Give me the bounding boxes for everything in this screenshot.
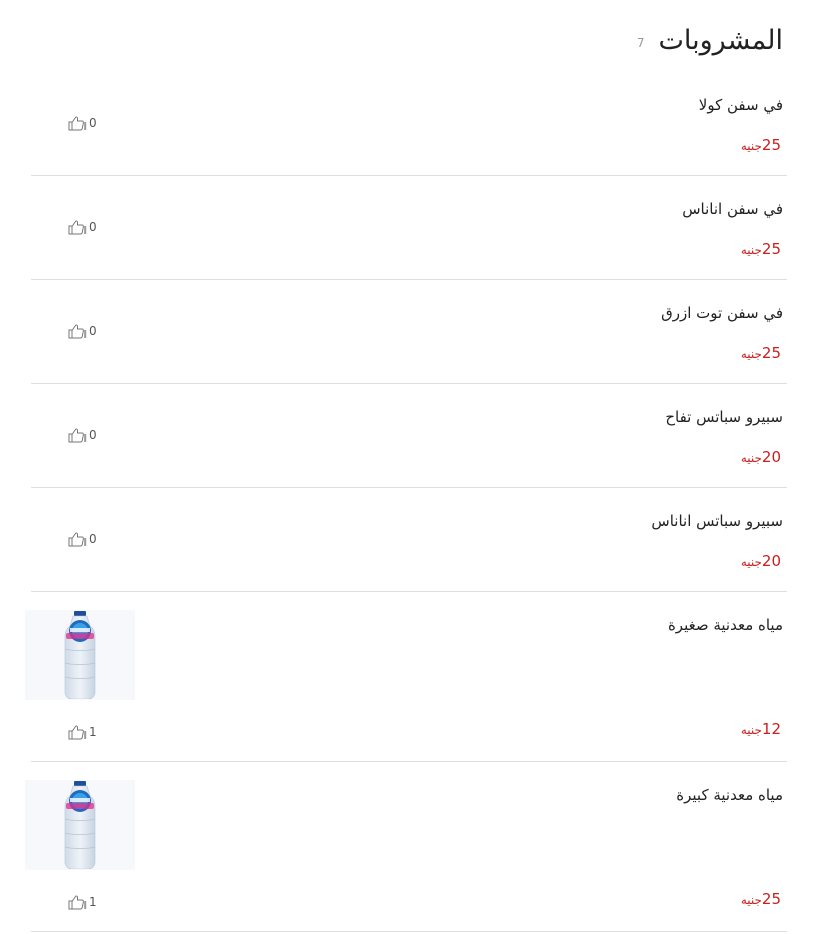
like-count: 1 [89, 725, 97, 739]
water-bottle-icon [64, 611, 96, 699]
menu-item-price: 20جنيه [741, 552, 781, 570]
item-count: 7 [636, 36, 645, 50]
menu-item-row[interactable]: في سفن كولا 25جنيه 0 [31, 72, 787, 176]
like-count: 0 [89, 428, 97, 442]
menu-item-row[interactable]: في سفن اناناس 25جنيه 0 [31, 176, 787, 280]
thumbs-up-icon [68, 725, 87, 740]
price-currency: جنيه [740, 347, 762, 361]
menu-category-page: المشروبات 7 في سفن كولا 25جنيه 0 في سفن انا… [0, 0, 815, 934]
menu-item-price: 20جنيه [741, 448, 781, 466]
thumbs-up-icon [68, 116, 87, 131]
menu-item-row[interactable]: سبيرو سباتس اناناس 20جنيه 0 [31, 488, 787, 592]
like-button[interactable]: 1 [67, 724, 97, 740]
water-bottle-icon [64, 781, 96, 869]
menu-item-image[interactable] [25, 610, 135, 700]
menu-item-image[interactable] [25, 780, 135, 870]
menu-item-name[interactable]: في سفن كولا [699, 96, 783, 114]
price-value: 20 [761, 448, 781, 466]
category-header: المشروبات 7 [32, 18, 783, 62]
thumbs-up-icon [68, 428, 87, 443]
price-currency: جنيه [740, 555, 762, 569]
like-button[interactable]: 0 [67, 323, 97, 339]
price-value: 25 [761, 240, 781, 258]
price-currency: جنيه [740, 451, 762, 465]
like-count: 0 [89, 324, 97, 338]
like-count: 0 [89, 220, 97, 234]
thumbs-up-icon [68, 324, 87, 339]
like-count: 0 [89, 532, 97, 546]
like-count: 0 [89, 116, 97, 130]
menu-item-row[interactable]: سبيرو سباتس تفاح 20جنيه 0 [31, 384, 787, 488]
like-button[interactable]: 1 [67, 894, 97, 910]
menu-item-row[interactable]: مياه معدنية كبيرة 25جنيه 1 [25, 762, 787, 932]
menu-item-name[interactable]: سبيرو سباتس اناناس [651, 512, 783, 530]
menu-item-row[interactable]: مياه معدنية صغيرة 12جنيه 1 [25, 592, 787, 762]
price-value: 25 [761, 136, 781, 154]
category-title: المشروبات [658, 24, 783, 56]
thumbs-up-icon [68, 220, 87, 235]
like-button[interactable]: 0 [67, 115, 97, 131]
menu-item-price: 25جنيه [741, 136, 781, 154]
menu-item-list: في سفن كولا 25جنيه 0 في سفن اناناس 25جنيه 0 في… [25, 72, 787, 932]
menu-item-price: 25جنيه [741, 344, 781, 362]
price-value: 12 [761, 720, 781, 738]
menu-item-price: 25جنيه [741, 890, 781, 908]
menu-item-name[interactable]: مياه معدنية صغيرة [668, 616, 783, 634]
price-value: 20 [761, 552, 781, 570]
menu-item-name[interactable]: في سفن توت ازرق [661, 304, 783, 322]
price-value: 25 [761, 344, 781, 362]
thumbs-up-icon [68, 532, 87, 547]
like-count: 1 [89, 895, 97, 909]
price-value: 25 [761, 890, 781, 908]
like-button[interactable]: 0 [67, 219, 97, 235]
menu-item-name[interactable]: مياه معدنية كبيرة [676, 786, 783, 804]
price-currency: جنيه [740, 139, 762, 153]
like-button[interactable]: 0 [67, 427, 97, 443]
like-button[interactable]: 0 [67, 531, 97, 547]
menu-item-name[interactable]: في سفن اناناس [682, 200, 783, 218]
price-currency: جنيه [740, 893, 762, 907]
menu-item-name[interactable]: سبيرو سباتس تفاح [665, 408, 783, 426]
price-currency: جنيه [740, 723, 762, 737]
menu-item-price: 12جنيه [741, 720, 781, 738]
price-currency: جنيه [740, 243, 762, 257]
thumbs-up-icon [68, 895, 87, 910]
menu-item-row[interactable]: في سفن توت ازرق 25جنيه 0 [31, 280, 787, 384]
menu-item-price: 25جنيه [741, 240, 781, 258]
